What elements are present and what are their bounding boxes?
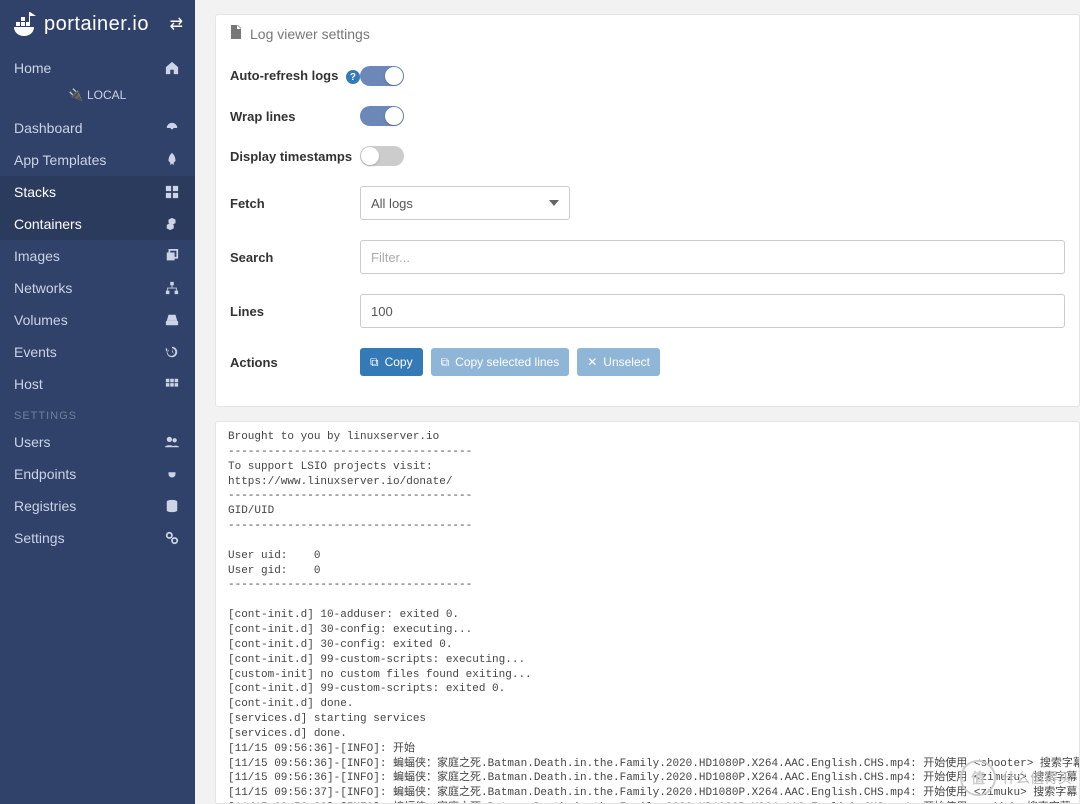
plug-icon — [163, 467, 181, 481]
help-icon[interactable]: ? — [346, 70, 360, 84]
panel-title: Log viewer settings — [250, 26, 370, 42]
nav-host[interactable]: Host — [0, 368, 195, 400]
nav-volumes[interactable]: Volumes — [0, 304, 195, 336]
watermark-text: 什么值得买 — [1002, 768, 1072, 788]
watermark-badge: 值 — [960, 760, 996, 796]
database-icon — [163, 499, 181, 513]
users-icon — [163, 435, 181, 449]
nav-endpoints[interactable]: Endpoints — [0, 458, 195, 490]
portainer-icon — [8, 8, 40, 40]
history-icon — [163, 345, 181, 359]
cubes-icon — [163, 217, 181, 231]
nav-app-templates[interactable]: App Templates — [0, 144, 195, 176]
wrap-lines-label: Wrap lines — [230, 109, 360, 124]
clone-icon — [163, 249, 181, 263]
grid-icon — [163, 185, 181, 199]
fetch-select[interactable]: All logs — [360, 186, 570, 220]
cogs-icon — [163, 531, 181, 545]
file-icon — [230, 25, 242, 42]
nav-containers[interactable]: Containers — [0, 208, 195, 240]
timestamps-label: Display timestamps — [230, 149, 360, 164]
search-input[interactable] — [360, 240, 1065, 274]
wrap-lines-toggle[interactable] — [360, 106, 404, 126]
actions-label: Actions — [230, 355, 360, 370]
sitemap-icon — [163, 281, 181, 295]
sidebar-toggle-icon[interactable]: ⇄ — [170, 14, 183, 34]
copy-icon: ⧉ — [370, 355, 379, 370]
logo-row: portainer.io ⇄ — [0, 0, 195, 52]
panel-header: Log viewer settings — [216, 15, 1079, 52]
auto-refresh-label: Auto-refresh logs ? — [230, 68, 360, 85]
search-label: Search — [230, 250, 360, 265]
plug-icon: 🔌 — [69, 88, 84, 102]
watermark: 值 什么值得买 — [960, 760, 1072, 796]
nav-events[interactable]: Events — [0, 336, 195, 368]
brand[interactable]: portainer.io — [8, 8, 149, 40]
th-icon — [163, 377, 181, 391]
nav-endpoint: 🔌 LOCAL — [0, 84, 195, 112]
sidebar: portainer.io ⇄ Home 🔌 LOCAL Dashboard Ap… — [0, 0, 195, 804]
lines-label: Lines — [230, 304, 360, 319]
close-icon: ✕ — [587, 355, 597, 369]
nav-users[interactable]: Users — [0, 426, 195, 458]
nav: Home 🔌 LOCAL Dashboard App Templates Sta… — [0, 52, 195, 554]
lines-input[interactable] — [360, 294, 1065, 328]
log-output[interactable]: Brought to you by linuxserver.io -------… — [215, 421, 1080, 804]
nav-settings[interactable]: Settings — [0, 522, 195, 554]
main: Log viewer settings Auto-refresh logs ? … — [195, 0, 1080, 804]
copy-icon: ⧉ — [441, 355, 450, 370]
nav-stacks[interactable]: Stacks — [0, 176, 195, 208]
nav-registries[interactable]: Registries — [0, 490, 195, 522]
rocket-icon — [163, 153, 181, 167]
log-settings-panel: Log viewer settings Auto-refresh logs ? … — [215, 14, 1080, 407]
nav-home[interactable]: Home — [0, 52, 195, 84]
nav-images[interactable]: Images — [0, 240, 195, 272]
copy-selected-button[interactable]: ⧉Copy selected lines — [431, 348, 570, 376]
dashboard-icon — [163, 121, 181, 135]
auto-refresh-toggle[interactable] — [360, 66, 404, 86]
nav-networks[interactable]: Networks — [0, 272, 195, 304]
timestamps-toggle[interactable] — [360, 146, 404, 166]
brand-text: portainer.io — [44, 13, 149, 36]
unselect-button[interactable]: ✕Unselect — [577, 348, 660, 376]
nav-settings-section: SETTINGS — [0, 400, 195, 426]
nav-dashboard[interactable]: Dashboard — [0, 112, 195, 144]
copy-button[interactable]: ⧉Copy — [360, 348, 423, 376]
hdd-icon — [163, 313, 181, 327]
fetch-label: Fetch — [230, 196, 360, 211]
home-icon — [163, 61, 181, 75]
